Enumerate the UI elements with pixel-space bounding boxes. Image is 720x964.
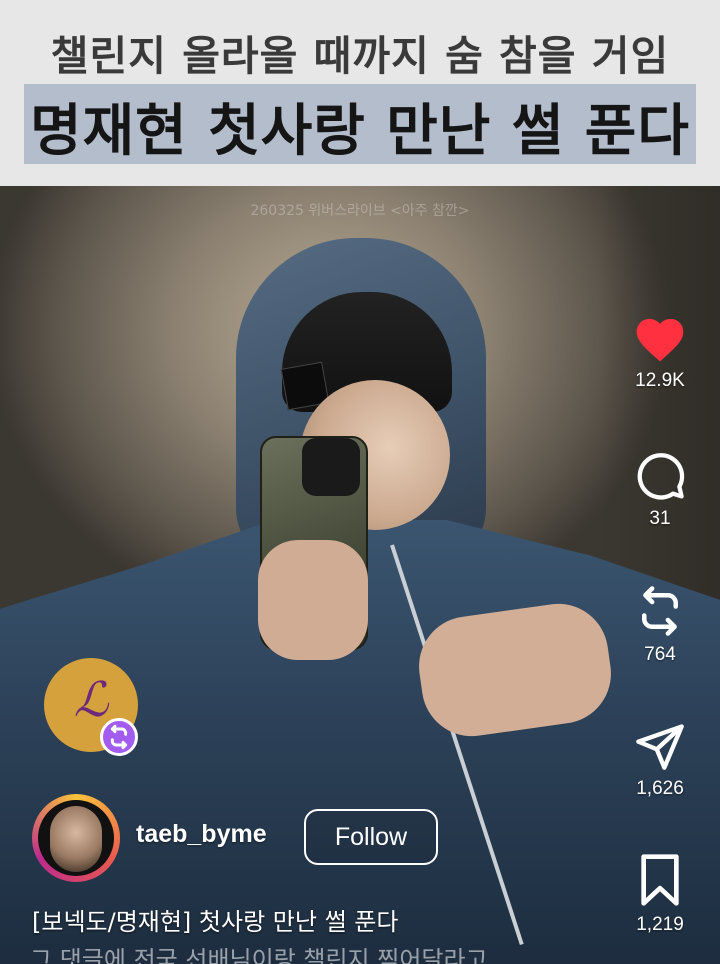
send-icon <box>636 724 684 770</box>
like-count: 12.9K <box>635 370 685 391</box>
comment-icon <box>637 453 685 500</box>
save-button[interactable]: 1,219 <box>622 852 698 936</box>
repost-button[interactable]: 764 <box>622 584 698 666</box>
repost-icon <box>642 586 678 636</box>
share-button[interactable]: 1,626 <box>622 720 698 800</box>
repost-icon <box>110 724 128 750</box>
author-avatar-photo <box>50 806 102 872</box>
video-subject-phone-camera <box>302 438 360 496</box>
remix-badge <box>100 718 138 756</box>
bookmark-icon <box>641 854 679 906</box>
video-subject-hand <box>258 540 368 660</box>
banner-title: 명재현 첫사랑 만난 썰 푼다 <box>30 99 690 164</box>
share-count: 1,626 <box>636 778 684 799</box>
post-caption-more[interactable]: 그 댓글에 전국 선배님이랑 챌린지 찍어달라고 <box>30 940 670 964</box>
post-caption[interactable]: [보넥도/명재현] 첫사랑 만난 썰 푼다 <box>32 902 398 937</box>
video-watermark: 260325 위버스라이브 <아주 참깐> <box>250 203 470 219</box>
repost-count: 764 <box>644 644 676 665</box>
heart-icon <box>636 318 684 362</box>
comment-count: 31 <box>649 508 671 529</box>
follow-button[interactable]: Follow <box>304 809 438 865</box>
like-button[interactable]: 12.9K <box>622 312 698 392</box>
author-username[interactable]: taeb_byme <box>136 820 267 849</box>
banner-subtitle: 챌린지 올라올 때까지 숨 참을 거임 <box>50 32 670 80</box>
comment-button[interactable]: 31 <box>622 448 698 530</box>
save-count: 1,219 <box>636 914 684 935</box>
